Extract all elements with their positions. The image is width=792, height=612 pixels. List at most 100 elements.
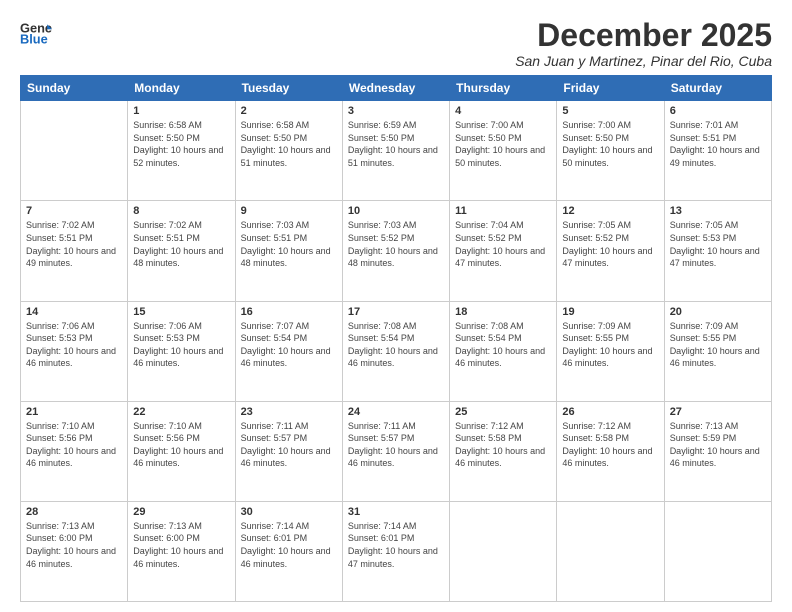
day-info: Sunrise: 7:08 AMSunset: 5:54 PMDaylight:… [348, 320, 444, 370]
svg-text:Blue: Blue [20, 32, 48, 47]
day-info: Sunrise: 7:05 AMSunset: 5:52 PMDaylight:… [562, 219, 658, 269]
day-info: Sunrise: 7:12 AMSunset: 5:58 PMDaylight:… [455, 420, 551, 470]
calendar-cell: 23 Sunrise: 7:11 AMSunset: 5:57 PMDayligh… [235, 401, 342, 501]
day-info: Sunrise: 7:03 AMSunset: 5:52 PMDaylight:… [348, 219, 444, 269]
day-info: Sunrise: 7:08 AMSunset: 5:54 PMDaylight:… [455, 320, 551, 370]
day-info: Sunrise: 6:58 AMSunset: 5:50 PMDaylight:… [241, 119, 337, 169]
header: General Blue December 2025 San Juan y Ma… [20, 18, 772, 69]
calendar-cell: 31 Sunrise: 7:14 AMSunset: 6:01 PMDayligh… [342, 501, 449, 601]
calendar-cell: 6 Sunrise: 7:01 AMSunset: 5:51 PMDaylight… [664, 101, 771, 201]
calendar-cell: 8 Sunrise: 7:02 AMSunset: 5:51 PMDaylight… [128, 201, 235, 301]
day-info: Sunrise: 7:09 AMSunset: 5:55 PMDaylight:… [670, 320, 766, 370]
day-number: 8 [133, 205, 229, 217]
calendar-cell: 17Sunrise: 7:08 AMSunset: 5:54 PMDayligh… [342, 301, 449, 401]
day-info: Sunrise: 6:58 AMSunset: 5:50 PMDaylight:… [133, 119, 229, 169]
calendar-cell: 18Sunrise: 7:08 AMSunset: 5:54 PMDayligh… [450, 301, 557, 401]
day-number: 29 [133, 506, 229, 518]
day-info: Sunrise: 7:06 AMSunset: 5:53 PMDaylight:… [26, 320, 122, 370]
calendar-cell: 25Sunrise: 7:12 AMSunset: 5:58 PMDayligh… [450, 401, 557, 501]
calendar-day-header: Sunday [21, 76, 128, 101]
day-number: 24 [348, 406, 444, 418]
calendar-cell: 13Sunrise: 7:05 AMSunset: 5:53 PMDayligh… [664, 201, 771, 301]
day-number: 30 [241, 506, 337, 518]
calendar-cell: 21 Sunrise: 7:10 AMSunset: 5:56 PMDayligh… [21, 401, 128, 501]
day-number: 4 [455, 105, 551, 117]
calendar-cell: 14 Sunrise: 7:06 AMSunset: 5:53 PMDayligh… [21, 301, 128, 401]
calendar-cell: 11 Sunrise: 7:04 AMSunset: 5:52 PMDayligh… [450, 201, 557, 301]
day-number: 12 [562, 205, 658, 217]
day-info: Sunrise: 7:09 AMSunset: 5:55 PMDaylight:… [562, 320, 658, 370]
logo-icon: General Blue [20, 18, 52, 50]
day-number: 3 [348, 105, 444, 117]
calendar-cell: 27 Sunrise: 7:13 AMSunset: 5:59 PMDayligh… [664, 401, 771, 501]
day-number: 16 [241, 306, 337, 318]
day-info: Sunrise: 6:59 AMSunset: 5:50 PMDaylight:… [348, 119, 444, 169]
day-number: 31 [348, 506, 444, 518]
calendar-cell: 15 Sunrise: 7:06 AMSunset: 5:53 PMDayligh… [128, 301, 235, 401]
day-number: 10 [348, 205, 444, 217]
day-number: 2 [241, 105, 337, 117]
day-info: Sunrise: 7:03 AMSunset: 5:51 PMDaylight:… [241, 219, 337, 269]
calendar-day-header: Monday [128, 76, 235, 101]
calendar-cell [450, 501, 557, 601]
day-info: Sunrise: 7:14 AMSunset: 6:01 PMDaylight:… [348, 520, 444, 570]
day-info: Sunrise: 7:11 AMSunset: 5:57 PMDaylight:… [241, 420, 337, 470]
day-number: 11 [455, 205, 551, 217]
day-info: Sunrise: 7:13 AMSunset: 5:59 PMDaylight:… [670, 420, 766, 470]
calendar-week-row: 28 Sunrise: 7:13 AMSunset: 6:00 PMDayligh… [21, 501, 772, 601]
day-info: Sunrise: 7:01 AMSunset: 5:51 PMDaylight:… [670, 119, 766, 169]
page: General Blue December 2025 San Juan y Ma… [0, 0, 792, 612]
day-number: 22 [133, 406, 229, 418]
calendar-cell: 28 Sunrise: 7:13 AMSunset: 6:00 PMDayligh… [21, 501, 128, 601]
day-info: Sunrise: 7:13 AMSunset: 6:00 PMDaylight:… [133, 520, 229, 570]
calendar-week-row: 7 Sunrise: 7:02 AMSunset: 5:51 PMDaylight… [21, 201, 772, 301]
day-info: Sunrise: 7:06 AMSunset: 5:53 PMDaylight:… [133, 320, 229, 370]
calendar-cell: 24 Sunrise: 7:11 AMSunset: 5:57 PMDayligh… [342, 401, 449, 501]
day-number: 26 [562, 406, 658, 418]
day-info: Sunrise: 7:00 AMSunset: 5:50 PMDaylight:… [562, 119, 658, 169]
logo: General Blue [20, 18, 52, 50]
calendar-week-row: 21 Sunrise: 7:10 AMSunset: 5:56 PMDayligh… [21, 401, 772, 501]
day-number: 23 [241, 406, 337, 418]
calendar-cell: 16 Sunrise: 7:07 AMSunset: 5:54 PMDayligh… [235, 301, 342, 401]
day-info: Sunrise: 7:02 AMSunset: 5:51 PMDaylight:… [26, 219, 122, 269]
day-info: Sunrise: 7:04 AMSunset: 5:52 PMDaylight:… [455, 219, 551, 269]
title-area: December 2025 San Juan y Martinez, Pinar… [515, 18, 772, 69]
day-number: 19 [562, 306, 658, 318]
day-info: Sunrise: 7:02 AMSunset: 5:51 PMDaylight:… [133, 219, 229, 269]
day-info: Sunrise: 7:11 AMSunset: 5:57 PMDaylight:… [348, 420, 444, 470]
day-number: 14 [26, 306, 122, 318]
calendar-cell: 1 Sunrise: 6:58 AMSunset: 5:50 PMDaylight… [128, 101, 235, 201]
day-number: 15 [133, 306, 229, 318]
day-info: Sunrise: 7:13 AMSunset: 6:00 PMDaylight:… [26, 520, 122, 570]
calendar-cell: 19 Sunrise: 7:09 AMSunset: 5:55 PMDayligh… [557, 301, 664, 401]
calendar-cell [664, 501, 771, 601]
calendar-table: SundayMondayTuesdayWednesdayThursdayFrid… [20, 75, 772, 602]
calendar-cell: 7 Sunrise: 7:02 AMSunset: 5:51 PMDaylight… [21, 201, 128, 301]
day-info: Sunrise: 7:10 AMSunset: 5:56 PMDaylight:… [133, 420, 229, 470]
calendar-day-header: Tuesday [235, 76, 342, 101]
calendar-cell: 4Sunrise: 7:00 AMSunset: 5:50 PMDaylight… [450, 101, 557, 201]
day-number: 13 [670, 205, 766, 217]
calendar-day-header: Wednesday [342, 76, 449, 101]
day-number: 27 [670, 406, 766, 418]
day-number: 28 [26, 506, 122, 518]
calendar-cell: 9Sunrise: 7:03 AMSunset: 5:51 PMDaylight… [235, 201, 342, 301]
day-number: 21 [26, 406, 122, 418]
calendar-cell: 20 Sunrise: 7:09 AMSunset: 5:55 PMDayligh… [664, 301, 771, 401]
day-info: Sunrise: 7:14 AMSunset: 6:01 PMDaylight:… [241, 520, 337, 570]
calendar-cell: 3 Sunrise: 6:59 AMSunset: 5:50 PMDaylight… [342, 101, 449, 201]
day-info: Sunrise: 7:10 AMSunset: 5:56 PMDaylight:… [26, 420, 122, 470]
calendar-cell: 29 Sunrise: 7:13 AMSunset: 6:00 PMDayligh… [128, 501, 235, 601]
day-number: 20 [670, 306, 766, 318]
calendar-day-header: Saturday [664, 76, 771, 101]
calendar-cell: 12 Sunrise: 7:05 AMSunset: 5:52 PMDayligh… [557, 201, 664, 301]
day-number: 1 [133, 105, 229, 117]
calendar-week-row: 1 Sunrise: 6:58 AMSunset: 5:50 PMDaylight… [21, 101, 772, 201]
calendar-cell: 22 Sunrise: 7:10 AMSunset: 5:56 PMDayligh… [128, 401, 235, 501]
day-info: Sunrise: 7:07 AMSunset: 5:54 PMDaylight:… [241, 320, 337, 370]
calendar-cell: 5Sunrise: 7:00 AMSunset: 5:50 PMDaylight… [557, 101, 664, 201]
day-number: 6 [670, 105, 766, 117]
day-number: 7 [26, 205, 122, 217]
location: San Juan y Martinez, Pinar del Rio, Cuba [515, 53, 772, 69]
